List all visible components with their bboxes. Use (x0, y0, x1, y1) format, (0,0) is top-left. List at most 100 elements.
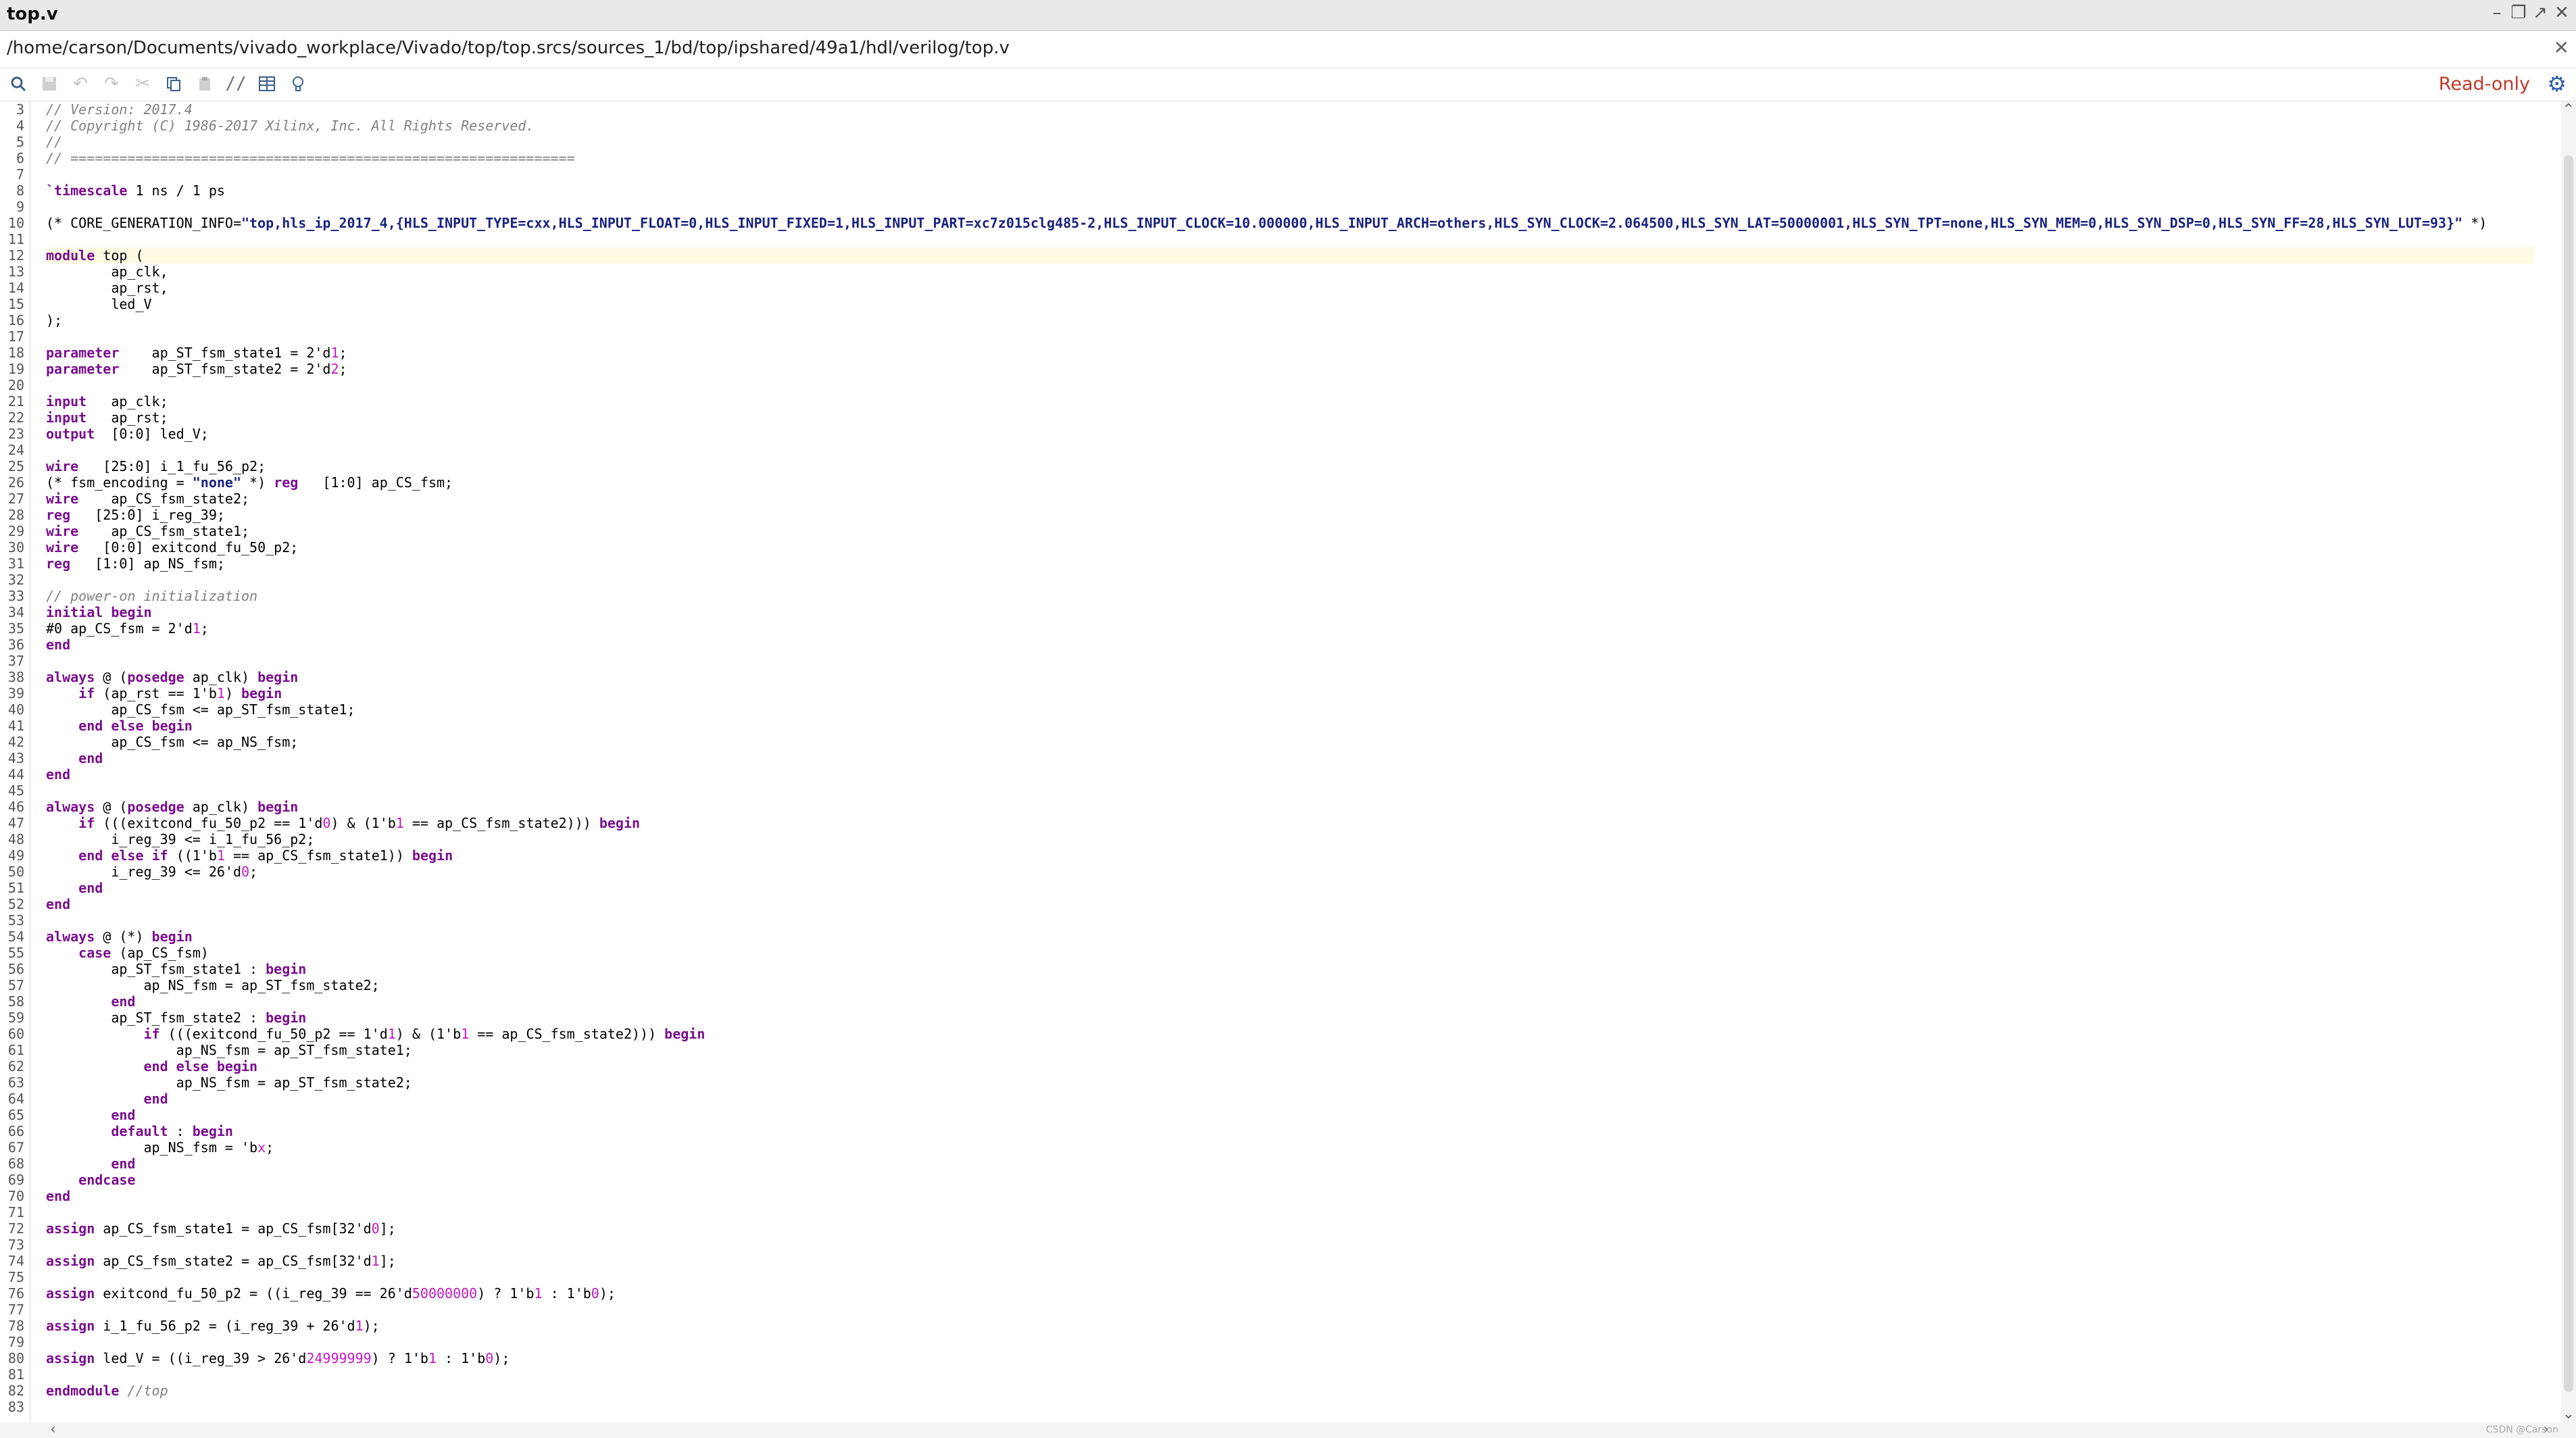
code-line[interactable]: end (46, 1188, 2534, 1204)
code-line[interactable]: end else if ((1'b1 == ap_CS_fsm_state1))… (46, 847, 2534, 864)
code-line[interactable]: ap_NS_fsm = ap_ST_fsm_state1; (46, 1042, 2534, 1058)
code-line[interactable]: end (46, 637, 2534, 653)
code-line[interactable]: end (46, 1156, 2534, 1172)
code-line[interactable]: end else begin (46, 1058, 2534, 1074)
code-line[interactable]: wire ap_CS_fsm_state2; (46, 491, 2534, 507)
maximize-icon[interactable]: ↗ (2529, 3, 2552, 23)
code-line[interactable]: ​ (46, 328, 2534, 345)
code-line[interactable]: ​ (46, 199, 2534, 215)
code-line[interactable]: // Copyright (C) 1986-2017 Xilinx, Inc. … (46, 118, 2534, 134)
code-line[interactable]: ​ (46, 166, 2534, 182)
code-line[interactable]: ap_NS_fsm = ap_ST_fsm_state2; (46, 1074, 2534, 1091)
code-line[interactable]: i_reg_39 <= 26'd0; (46, 864, 2534, 880)
code-line[interactable]: ​ (46, 231, 2534, 247)
code-line[interactable]: ap_NS_fsm = ap_ST_fsm_state2; (46, 977, 2534, 993)
code-line[interactable]: wire [0:0] exitcond_fu_50_p2; (46, 539, 2534, 555)
code-line[interactable]: // =====================================… (46, 150, 2534, 166)
save-icon[interactable] (36, 71, 62, 97)
code-line[interactable]: ap_ST_fsm_state2 : begin (46, 1010, 2534, 1026)
scroll-down-icon[interactable]: ⌄ (2562, 1406, 2575, 1422)
scroll-left-icon[interactable]: ‹ (50, 1421, 56, 1438)
bulb-icon[interactable] (285, 71, 311, 97)
code-line[interactable]: ); (46, 312, 2534, 328)
code-line[interactable]: if (((exitcond_fu_50_p2 == 1'd0) & (1'b1… (46, 815, 2534, 831)
code-line[interactable]: end (46, 1091, 2534, 1107)
code-line[interactable]: led_V (46, 296, 2534, 312)
code-line[interactable]: (* CORE_GENERATION_INFO="top,hls_ip_2017… (46, 215, 2534, 231)
code-line[interactable]: ap_ST_fsm_state1 : begin (46, 961, 2534, 977)
code-line[interactable]: ​ (46, 1366, 2534, 1383)
code-line[interactable]: ​ (46, 653, 2534, 669)
code-line[interactable]: (* fsm_encoding = "none" *) reg [1:0] ap… (46, 474, 2534, 491)
horizontal-scrollbar[interactable]: ‹ › (0, 1421, 2576, 1438)
code-line[interactable]: ​ (46, 1301, 2534, 1318)
comment-icon[interactable]: // (223, 71, 249, 97)
code-line[interactable]: if (ap_rst == 1'b1) begin (46, 685, 2534, 701)
code-line[interactable]: parameter ap_ST_fsm_state1 = 2'd1; (46, 345, 2534, 361)
code-line[interactable]: end (46, 880, 2534, 896)
code-line[interactable]: ​ (46, 1334, 2534, 1350)
code-line[interactable]: end else begin (46, 718, 2534, 734)
code-line[interactable]: // (46, 134, 2534, 150)
code-line[interactable]: module top ( (46, 247, 2534, 264)
code-line[interactable]: ​ (46, 1237, 2534, 1253)
vertical-scroll-thumb[interactable] (2564, 155, 2573, 1392)
code-line[interactable]: endmodule //top (46, 1383, 2534, 1399)
undo-icon[interactable]: ↶ (68, 71, 93, 97)
minimize-icon[interactable]: – (2485, 3, 2508, 23)
code-line[interactable]: end (46, 750, 2534, 766)
code-line[interactable]: assign exitcond_fu_50_p2 = ((i_reg_39 ==… (46, 1285, 2534, 1301)
code-line[interactable]: // power-on initialization (46, 588, 2534, 604)
code-line[interactable]: output [0:0] led_V; (46, 426, 2534, 442)
code-line[interactable]: ​ (46, 783, 2534, 799)
code-line[interactable]: reg [25:0] i_reg_39; (46, 507, 2534, 523)
code-editor[interactable]: 3 4 5 6 7 8 9 10 11 12 13 14 15 16 17 18 19 20 21 22 23 24 25 2… (0, 101, 2561, 1422)
code-line[interactable]: input ap_clk; (46, 393, 2534, 410)
code-line[interactable]: initial begin (46, 604, 2534, 620)
code-line[interactable]: ap_rst, (46, 280, 2534, 296)
code-line[interactable]: end (46, 766, 2534, 783)
code-line[interactable]: ​ (46, 377, 2534, 393)
code-line[interactable]: ​ (46, 442, 2534, 458)
code-line[interactable]: ​ (46, 912, 2534, 928)
code-line[interactable]: end (46, 1107, 2534, 1123)
close-icon[interactable]: ✕ (2550, 3, 2573, 23)
close-file-icon[interactable]: ✕ (2554, 36, 2569, 59)
code-line[interactable]: end (46, 993, 2534, 1010)
code-line[interactable]: ap_clk, (46, 264, 2534, 280)
code-line[interactable]: #0 ap_CS_fsm = 2'd1; (46, 620, 2534, 637)
cut-icon[interactable]: ✂ (130, 71, 155, 97)
code-line[interactable]: case (ap_CS_fsm) (46, 945, 2534, 961)
code-line[interactable]: always @ (posedge ap_clk) begin (46, 669, 2534, 685)
code-line[interactable]: ap_CS_fsm <= ap_NS_fsm; (46, 734, 2534, 750)
code-line[interactable]: ​ (46, 1204, 2534, 1220)
code-line[interactable]: ap_NS_fsm = 'bx; (46, 1139, 2534, 1156)
code-line[interactable]: wire [25:0] i_1_fu_56_p2; (46, 458, 2534, 474)
code-line[interactable]: assign ap_CS_fsm_state1 = ap_CS_fsm[32'd… (46, 1220, 2534, 1237)
gear-icon[interactable]: ⚙ (2547, 71, 2567, 97)
restore-icon[interactable]: ❐ (2507, 3, 2530, 23)
vertical-scrollbar[interactable]: ⌃ ⌄ (2561, 101, 2576, 1422)
code-line[interactable]: wire ap_CS_fsm_state1; (46, 523, 2534, 539)
search-icon[interactable] (5, 71, 31, 97)
code-line[interactable]: input ap_rst; (46, 410, 2534, 426)
code-line[interactable]: // Version: 2017.4 (46, 101, 2534, 118)
code-line[interactable]: ​ (46, 1399, 2534, 1415)
code-line[interactable]: i_reg_39 <= i_1_fu_56_p2; (46, 831, 2534, 847)
code-line[interactable]: parameter ap_ST_fsm_state2 = 2'd2; (46, 361, 2534, 377)
code-line[interactable]: always @ (posedge ap_clk) begin (46, 799, 2534, 815)
columns-icon[interactable] (254, 71, 280, 97)
code-line[interactable]: assign ap_CS_fsm_state2 = ap_CS_fsm[32'd… (46, 1253, 2534, 1269)
scroll-up-icon[interactable]: ⌃ (2562, 101, 2575, 118)
code-line[interactable]: default : begin (46, 1123, 2534, 1139)
code-line[interactable]: if (((exitcond_fu_50_p2 == 1'd1) & (1'b1… (46, 1026, 2534, 1042)
code-line[interactable]: endcase (46, 1172, 2534, 1188)
code-line[interactable]: ​ (46, 572, 2534, 588)
code-line[interactable]: ap_CS_fsm <= ap_ST_fsm_state1; (46, 701, 2534, 718)
copy-icon[interactable] (161, 71, 187, 97)
code-line[interactable]: reg [1:0] ap_NS_fsm; (46, 555, 2534, 572)
code-area[interactable]: // Version: 2017.4// Copyright (C) 1986-… (46, 101, 2534, 1415)
code-line[interactable]: assign led_V = ((i_reg_39 > 26'd24999999… (46, 1350, 2534, 1366)
code-line[interactable]: ​ (46, 1269, 2534, 1285)
code-line[interactable]: always @ (*) begin (46, 928, 2534, 945)
